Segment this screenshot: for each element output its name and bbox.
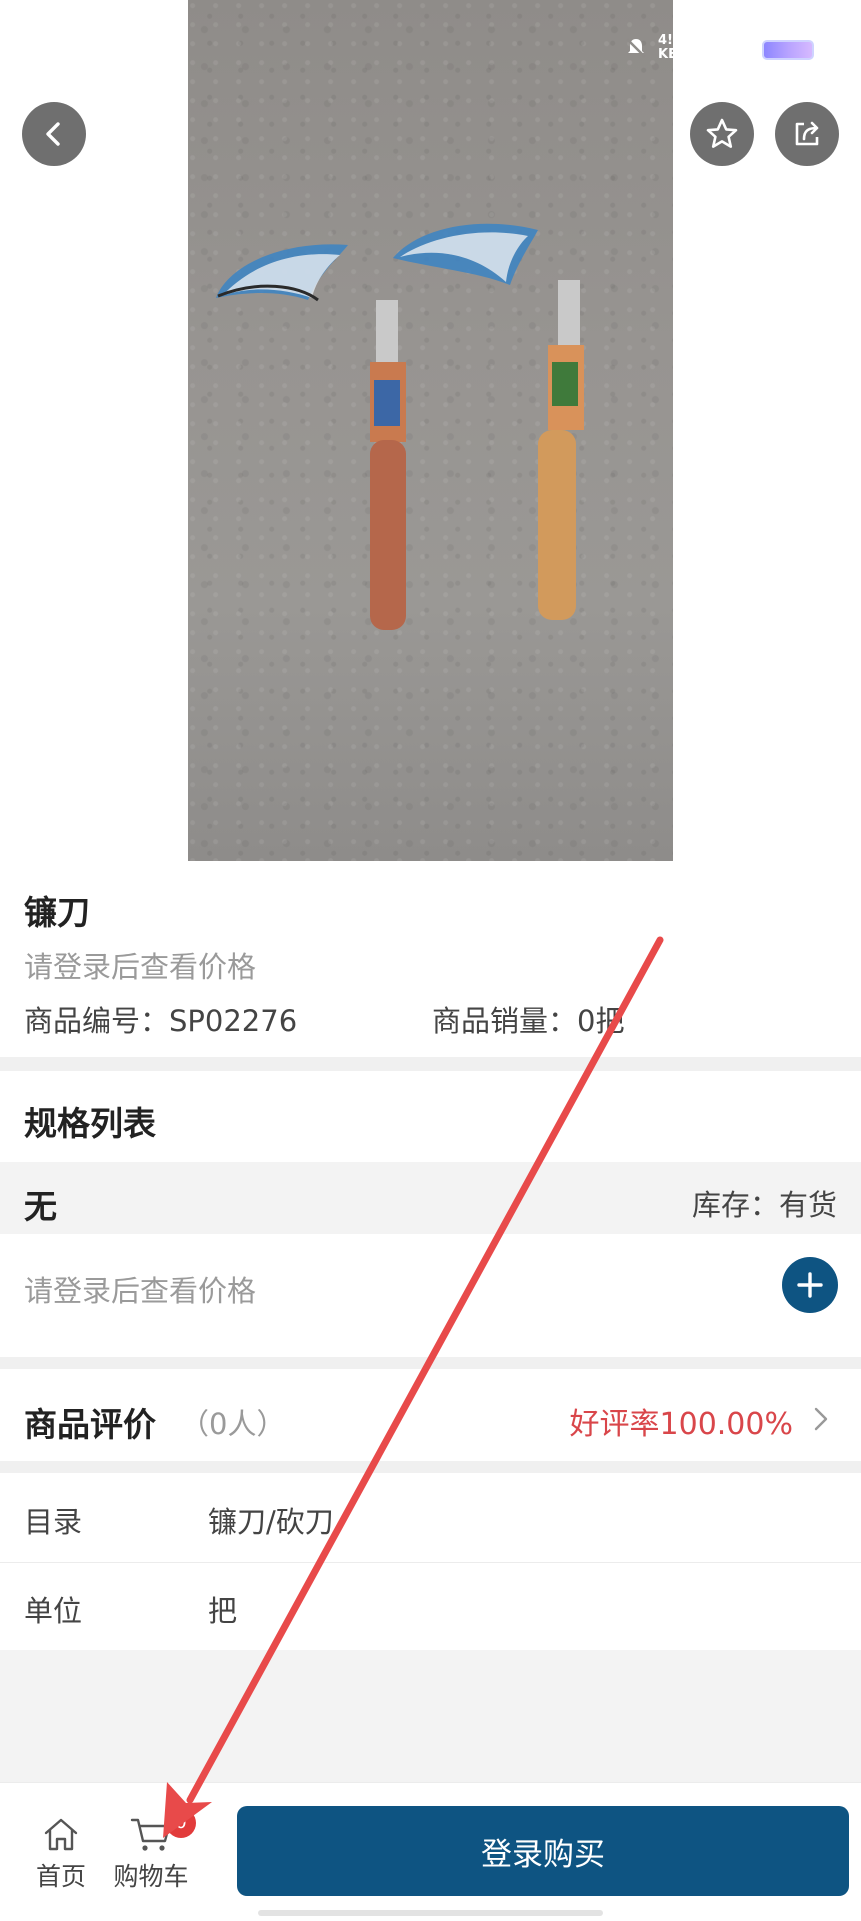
attribute-row: 单位 把 (0, 1563, 861, 1651)
attribute-key: 单位 (24, 1594, 83, 1628)
share-icon (795, 121, 819, 146)
price-login-hint: 请登录后查看价格 (24, 950, 257, 984)
home-icon (44, 1818, 78, 1851)
product-photo (188, 0, 673, 861)
add-to-cart-button[interactable] (782, 1257, 838, 1313)
chevron-right-icon (814, 1407, 828, 1431)
star-icon (706, 118, 738, 148)
spec-section-title: 规格列表 (24, 1104, 156, 1143)
battery-icon (762, 40, 814, 60)
reviews-count: （0人） (180, 1407, 286, 1441)
reviews-title: 商品评价 (24, 1405, 156, 1444)
nav-cart-label: 购物车 (113, 1862, 189, 1891)
favorite-button[interactable] (690, 102, 754, 166)
attribute-value: 把 (208, 1594, 238, 1628)
product-sales: 商品销量：0把 (432, 1004, 625, 1038)
status-text: 4! KE (658, 33, 677, 62)
share-button[interactable] (775, 102, 839, 166)
product-image-area: 4! KE (0, 0, 861, 861)
spec-stock: 库存：有货 (691, 1188, 837, 1222)
product-title: 镰刀 (24, 893, 90, 932)
spec-price-hint: 请登录后查看价格 (24, 1274, 257, 1308)
empty-background (0, 1650, 861, 1782)
mute-icon (626, 38, 646, 58)
nav-home[interactable]: 首页 (30, 1815, 92, 1893)
positive-rate: 好评率100.00% (569, 1407, 793, 1442)
section-divider (0, 1461, 861, 1473)
back-icon (46, 122, 60, 146)
product-sku: 商品编号：SP02276 (24, 1004, 298, 1038)
cart-count-badge: 0 (166, 1808, 196, 1838)
attribute-row: 目录 镰刀/砍刀 (0, 1474, 861, 1562)
spec-name: 无 (24, 1187, 57, 1226)
login-buy-button[interactable]: 登录购买 (237, 1806, 849, 1896)
home-indicator (258, 1910, 603, 1916)
section-divider (0, 1357, 861, 1369)
back-button[interactable] (22, 102, 86, 166)
attribute-value: 镰刀/砍刀 (208, 1505, 334, 1539)
plus-icon (797, 1272, 823, 1298)
section-divider (0, 1057, 861, 1071)
attribute-key: 目录 (24, 1505, 83, 1539)
nav-home-label: 首页 (35, 1862, 86, 1891)
